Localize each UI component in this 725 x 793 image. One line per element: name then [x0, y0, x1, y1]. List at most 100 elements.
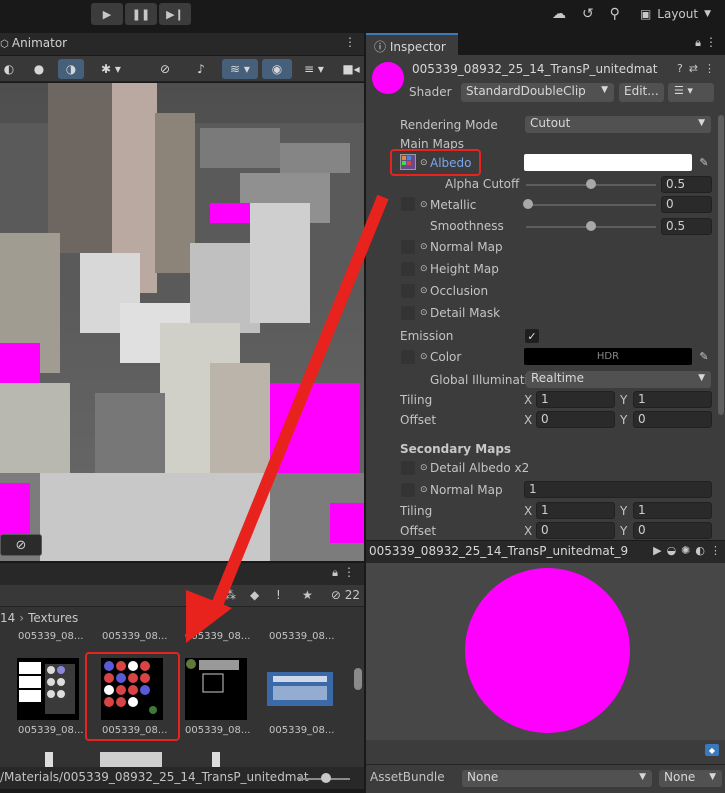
material-preview[interactable] — [366, 563, 725, 740]
tab-animator[interactable]: ⬡ Animator — [0, 33, 75, 55]
assetbundle-variant-dropdown[interactable]: None ▼ — [659, 770, 722, 787]
texture-thumbnail-partial[interactable] — [45, 752, 53, 767]
shader-list-button[interactable]: ☰ ▾ — [668, 83, 714, 102]
play-button[interactable]: ▶ — [91, 3, 123, 25]
effects-dropdown[interactable]: ≋ ▾ — [222, 59, 258, 79]
search-icon[interactable]: ⚲ — [610, 6, 620, 22]
step-button[interactable]: ▶❙ — [159, 3, 191, 25]
kebab-menu-icon[interactable]: ⋮ — [343, 565, 355, 579]
audio-toggle[interactable]: ♪ — [186, 59, 216, 79]
color-icon[interactable]: ◐ — [695, 544, 705, 557]
hidden-packages-toggle[interactable]: ⊘ 22 — [331, 588, 360, 602]
cloud-icon[interactable]: ☁ — [552, 6, 566, 22]
favorite-star-icon[interactable]: ★ — [302, 588, 313, 602]
scrollbar-thumb[interactable] — [718, 115, 724, 415]
texture-thumbnail-partial[interactable] — [100, 752, 162, 767]
debug-draw-dropdown[interactable]: ✱ ▾ — [92, 59, 130, 79]
preview-header: 005339_08932_25_14_TransP_unitedmat_9 ▶ … — [366, 541, 725, 563]
eyedropper-icon[interactable]: ✎ — [695, 348, 713, 365]
metallic-slider[interactable] — [526, 204, 656, 206]
play-icon[interactable]: ▶ — [653, 544, 661, 557]
smoothness-slider-handle[interactable] — [586, 221, 596, 231]
breadcrumb-parent[interactable]: 14 — [0, 611, 15, 625]
help-icon[interactable]: ? — [677, 62, 683, 75]
breadcrumb-textures[interactable]: Textures — [28, 611, 78, 625]
camera-dropdown[interactable]: ■◂ — [338, 59, 364, 79]
secondary-offset-y-field[interactable]: 0 — [633, 522, 712, 539]
kebab-menu-icon[interactable]: ⋮ — [710, 544, 721, 557]
kebab-menu-icon[interactable]: ⋮ — [705, 35, 717, 49]
tab-inspector[interactable]: ⓘ Inspector — [366, 33, 458, 55]
asset-label[interactable]: 005339_08... — [269, 725, 334, 736]
shading-shaded-button[interactable]: ● — [28, 59, 50, 79]
detail-albedo-slot[interactable] — [401, 461, 415, 475]
warning-filter-icon[interactable]: ! — [276, 588, 281, 602]
emission-checkbox[interactable]: ✓ — [525, 329, 539, 343]
assetbundle-name-dropdown[interactable]: None ▼ — [462, 770, 652, 787]
asset-label[interactable]: 005339_08... — [269, 631, 334, 642]
secondary-tiling-y-field[interactable]: 1 — [633, 502, 712, 519]
tiling-y-field[interactable]: 1 — [633, 391, 712, 408]
sphere-icon[interactable]: ◒ — [667, 544, 677, 557]
eye-icon: ◉ — [271, 62, 283, 76]
normal-map-slot[interactable] — [401, 240, 415, 254]
2d-toggle[interactable]: ⊘ — [150, 59, 180, 79]
asset-label[interactable]: 005339_08... — [102, 631, 167, 642]
secondary-tiling-x-field[interactable]: 1 — [536, 502, 615, 519]
kebab-menu-icon[interactable]: ⋮ — [344, 35, 356, 49]
asset-label[interactable]: 005339_08... — [18, 725, 83, 736]
secondary-offset-x-field[interactable]: 0 — [536, 522, 615, 539]
asset-label[interactable]: 005339_08... — [185, 631, 250, 642]
scene-viewport[interactable] — [0, 83, 364, 561]
secondary-normal-scale-field[interactable]: 1 — [524, 481, 712, 498]
shading-wire-button[interactable]: ◐ — [0, 59, 18, 79]
shader-dropdown[interactable]: StandardDoubleClip ▼ — [461, 83, 614, 102]
secondary-normal-map-slot[interactable] — [401, 483, 415, 497]
eyedropper-icon[interactable]: ✎ — [695, 154, 713, 171]
light-icon[interactable]: ✺ — [681, 544, 690, 557]
history-icon[interactable]: ↺ — [582, 6, 594, 22]
asset-grid-scrollbar[interactable] — [354, 668, 362, 690]
rendering-mode-dropdown[interactable]: Cutout ▼ — [525, 116, 711, 133]
orientation-overlay-button[interactable]: ⊘ — [0, 534, 42, 556]
metallic-slider-handle[interactable] — [523, 199, 533, 209]
label-icon[interactable]: ◆ — [250, 588, 259, 602]
offset-y-field[interactable]: 0 — [633, 411, 712, 428]
texture-thumbnail-partial[interactable] — [212, 752, 220, 767]
lock-icon[interactable]: 🔒︎ — [332, 566, 338, 580]
occlusion-slot[interactable] — [401, 284, 415, 298]
metallic-field[interactable]: 0 — [661, 196, 712, 213]
edit-shader-button[interactable]: Edit... — [619, 83, 664, 102]
tiling-x-field[interactable]: 1 — [536, 391, 615, 408]
shading-lit-button[interactable]: ◑ — [58, 59, 84, 79]
height-map-slot[interactable] — [401, 262, 415, 276]
detail-mask-slot[interactable] — [401, 306, 415, 320]
gizmos-layers-dropdown[interactable]: ≡ ▾ — [296, 59, 332, 79]
tag-icon[interactable]: ◆ — [705, 744, 719, 756]
texture-thumbnail[interactable] — [17, 658, 79, 720]
inspector-scrollbar[interactable] — [717, 107, 725, 540]
lock-icon[interactable]: 🔒︎ — [695, 36, 701, 50]
smoothness-field[interactable]: 0.5 — [661, 218, 712, 235]
secondary-maps-label: Secondary Maps — [400, 442, 512, 456]
normal-map-label: Normal Map — [430, 240, 503, 254]
alpha-cutoff-field[interactable]: 0.5 — [661, 176, 712, 193]
global-illumination-dropdown[interactable]: Realtime ▼ — [526, 371, 711, 388]
preset-icon[interactable]: ⇄ — [689, 62, 698, 75]
asset-label[interactable]: 005339_08... — [185, 725, 250, 736]
albedo-color-swatch[interactable] — [524, 154, 692, 171]
texture-thumbnail[interactable] — [267, 672, 333, 706]
texture-thumbnail[interactable] — [185, 658, 247, 720]
thumbnail-size-slider-handle[interactable] — [321, 773, 331, 783]
alpha-cutoff-slider-handle[interactable] — [586, 179, 596, 189]
layout-dropdown[interactable]: ▣ Layout ▼ — [635, 7, 715, 21]
asset-label[interactable]: 005339_08... — [18, 631, 83, 642]
emission-texture-slot[interactable] — [401, 350, 415, 364]
visibility-toggle[interactable]: ◉ — [262, 59, 292, 79]
pause-button[interactable]: ❚❚ — [125, 3, 157, 25]
offset-x-field[interactable]: 0 — [536, 411, 615, 428]
emission-color-swatch[interactable]: HDR — [524, 348, 692, 365]
kebab-menu-icon[interactable]: ⋮ — [704, 62, 715, 75]
metallic-texture-slot[interactable] — [401, 197, 415, 211]
asset-store-icon[interactable]: ⁂ — [224, 588, 236, 602]
